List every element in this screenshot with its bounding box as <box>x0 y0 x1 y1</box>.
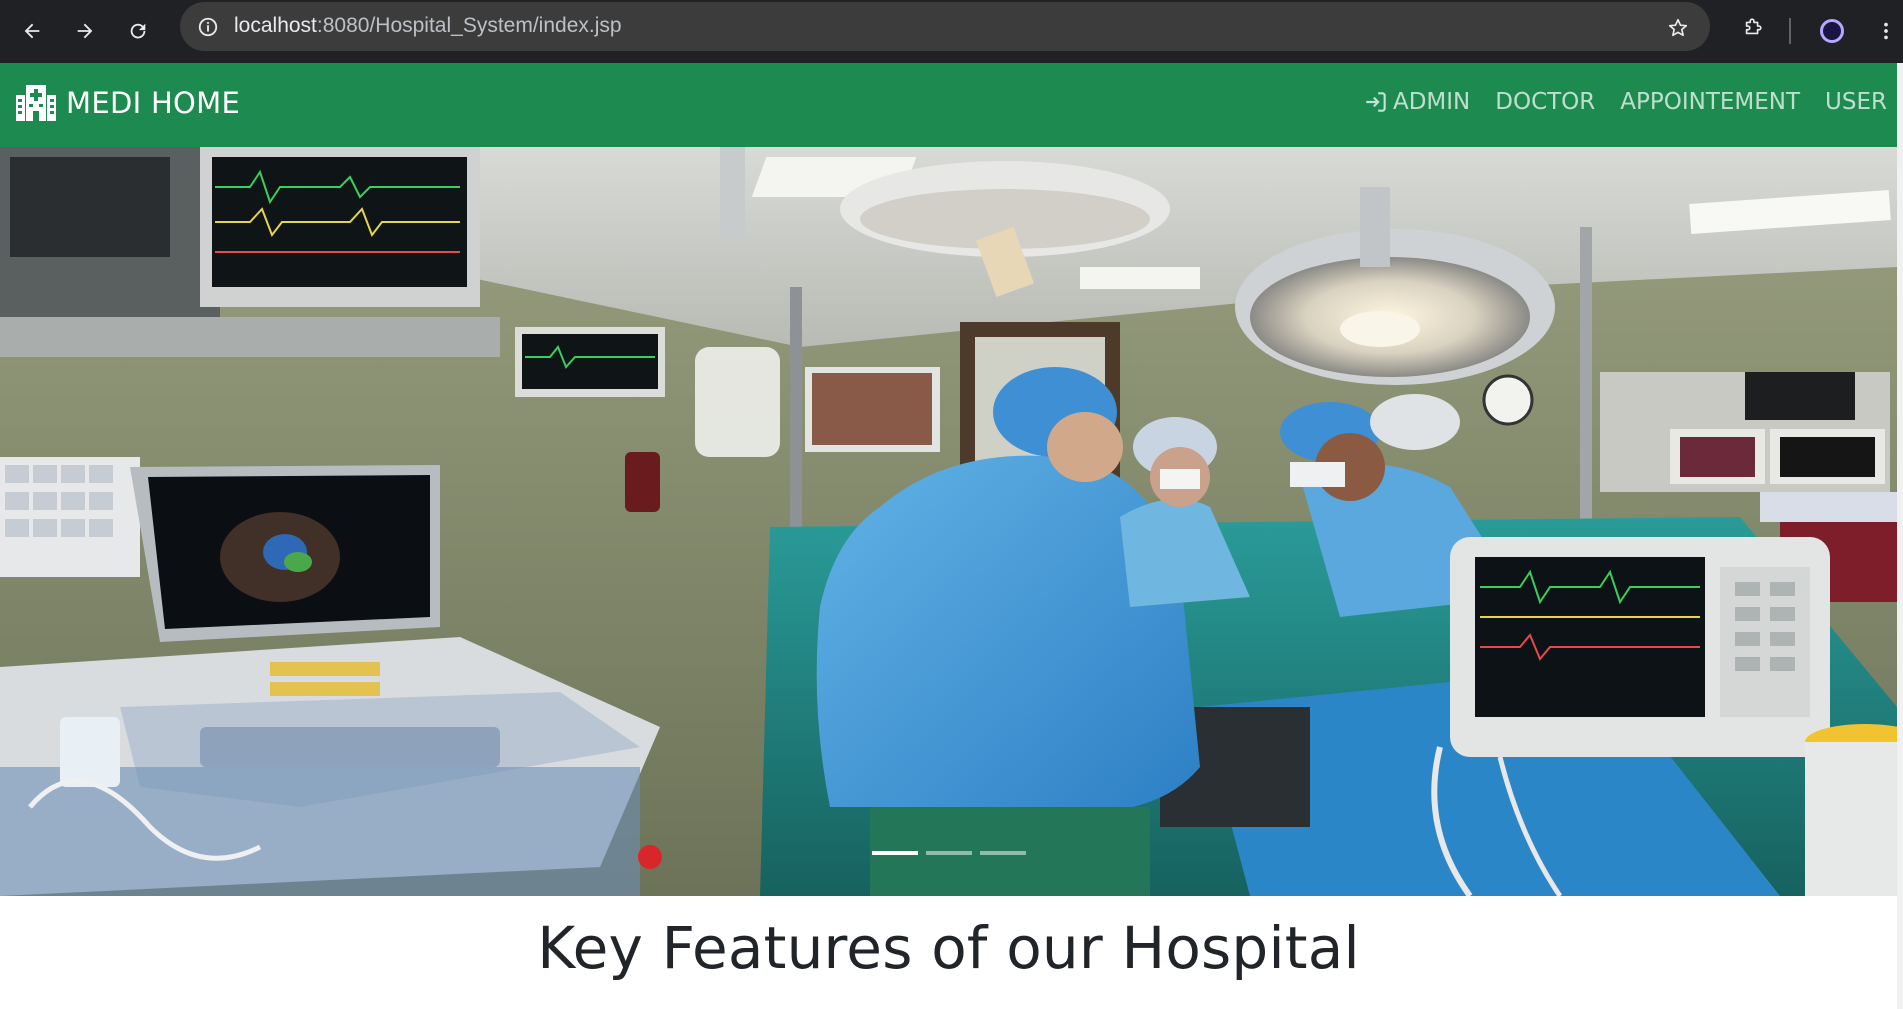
toolbar-divider <box>1789 18 1791 44</box>
url-path: :8080/Hospital_System/index.jsp <box>316 14 622 37</box>
hospital-icon <box>16 85 56 121</box>
carousel-indicator-2[interactable] <box>925 851 972 855</box>
address-bar[interactable]: localhost:8080/Hospital_System/index.jsp <box>180 2 1710 51</box>
nav-doctor-link[interactable]: DOCTOR <box>1495 89 1595 115</box>
url-host: localhost <box>234 14 317 37</box>
nav-doctor-label: DOCTOR <box>1495 89 1596 115</box>
page-scrollbar[interactable] <box>1897 63 1903 1009</box>
puzzle-icon <box>1745 18 1762 35</box>
nav-admin-link[interactable]: ADMIN <box>1363 89 1470 115</box>
login-arrow-icon <box>1366 92 1386 112</box>
hero-carousel[interactable] <box>0 147 1897 896</box>
info-icon[interactable] <box>190 9 226 45</box>
star-icon <box>1668 18 1688 37</box>
reload-button[interactable] <box>118 11 158 51</box>
profile-avatar <box>1820 19 1844 43</box>
arrow-left-icon <box>24 23 40 39</box>
browser-menu-button[interactable] <box>1866 11 1903 51</box>
nav-appointment-link[interactable]: APPOINTEMENT <box>1620 89 1800 115</box>
brand-link[interactable]: MEDI HOME <box>16 85 240 121</box>
url-text[interactable]: localhost:8080/Hospital_System/index.jsp <box>234 14 622 38</box>
carousel-indicators <box>0 851 1897 861</box>
nav-links: ADMIN DOCTOR APPOINTEMENT USER <box>1338 89 1887 115</box>
carousel-indicator-1[interactable] <box>871 851 918 855</box>
reload-icon <box>130 23 146 39</box>
nav-admin-label: ADMIN <box>1392 89 1471 115</box>
carousel-indicator-3[interactable] <box>979 851 1026 855</box>
brand-name: MEDI HOME <box>66 86 241 120</box>
nav-user-link[interactable]: USER <box>1825 89 1887 115</box>
forward-button[interactable] <box>65 11 105 51</box>
arrow-right-icon <box>77 23 93 39</box>
nav-user-label: USER <box>1825 89 1887 115</box>
browser-toolbar: localhost:8080/Hospital_System/index.jsp <box>0 0 1903 63</box>
site-navbar: MEDI HOME ADMIN DOCTOR APPOINTEMENT USER <box>0 63 1897 147</box>
features-heading: Key Features of our Hospital <box>537 914 1360 982</box>
back-button[interactable] <box>12 11 52 51</box>
kebab-menu-icon <box>1884 22 1888 40</box>
hero-image <box>0 147 1897 896</box>
bookmark-button[interactable] <box>1658 8 1698 48</box>
profile-button[interactable] <box>1812 11 1852 51</box>
extensions-button[interactable] <box>1733 7 1773 47</box>
nav-appointment-label: APPOINTEMENT <box>1620 89 1801 115</box>
